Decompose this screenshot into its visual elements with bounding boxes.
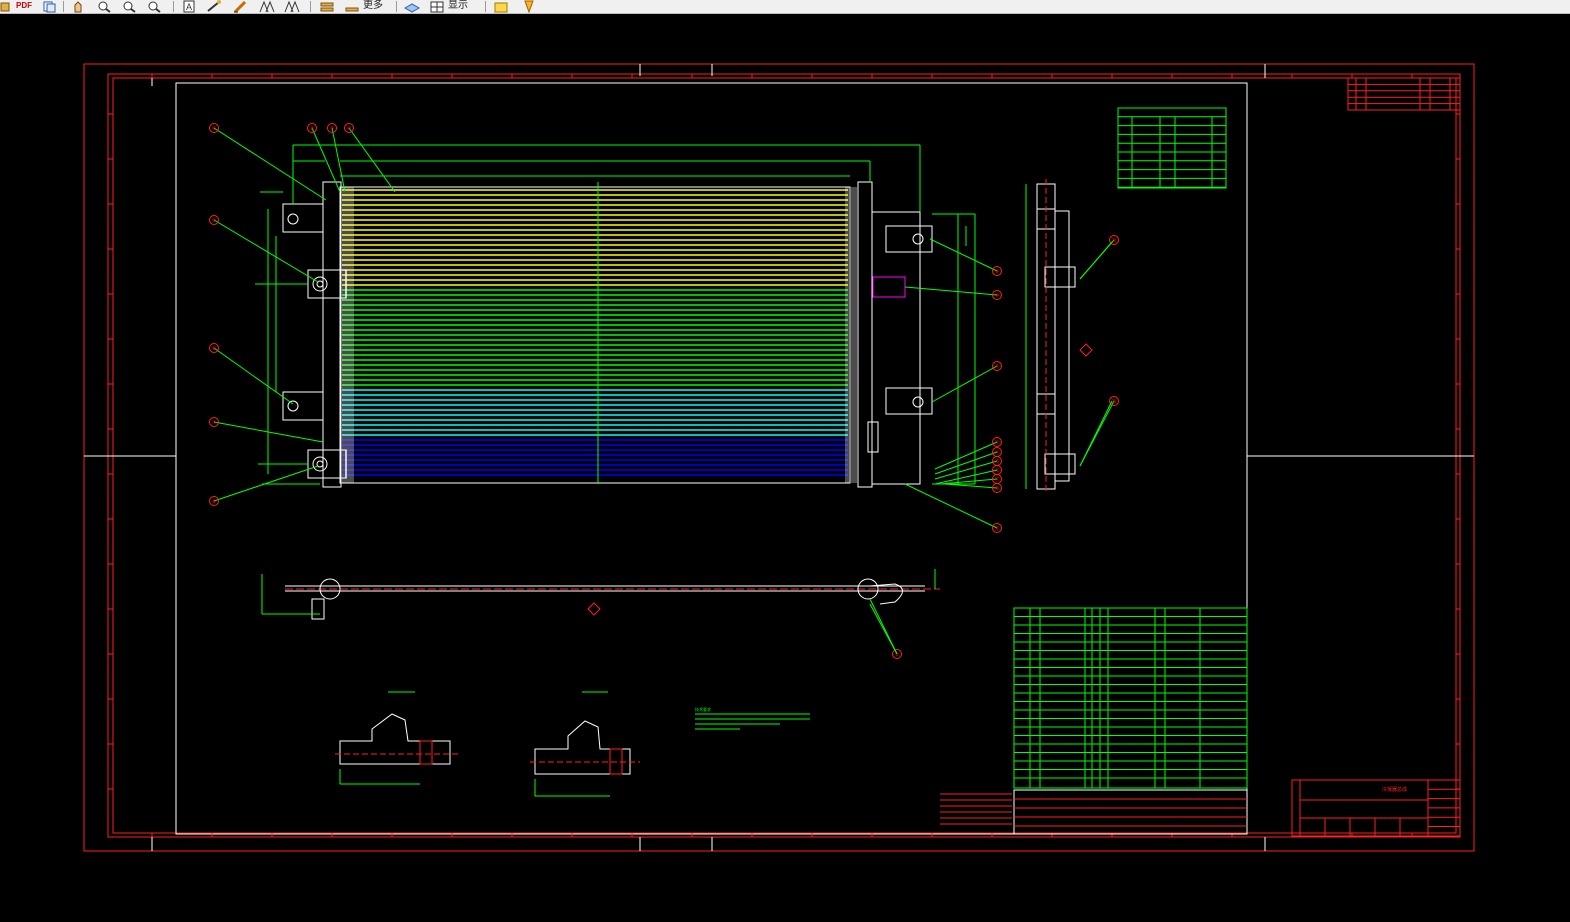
more-button[interactable]: 更多 (343, 0, 391, 13)
callout-leader (213, 219, 319, 283)
pin-icon (524, 0, 534, 13)
callout-number: ⑨ (995, 269, 1000, 275)
callout-number: ⑧ (212, 499, 217, 505)
highlight-icon (494, 2, 508, 13)
zoom-extents-button[interactable] (145, 0, 163, 13)
zoom-window-icon (123, 1, 136, 13)
callout-number: ⑦ (212, 420, 217, 426)
callout-leader (939, 478, 998, 485)
zoom-extents-icon (148, 1, 161, 13)
notes-title: 技术要求 (695, 706, 711, 712)
callout-leader (904, 286, 998, 296)
signature-block (1013, 789, 1248, 835)
callout-leader (931, 365, 998, 403)
top-view (261, 569, 940, 655)
callout-number: ⑩ (995, 293, 1000, 299)
toolbar: PDF A 更多 显示 (0, 0, 1570, 14)
pan-icon (74, 1, 82, 13)
callout-number: ④ (347, 126, 352, 132)
callout-number: ⑯ (994, 467, 999, 474)
callout-leader (348, 127, 396, 193)
svg-text:A: A (186, 2, 192, 12)
title-block-name: 冷凝器总成 (1382, 786, 1407, 793)
condenser-core (342, 187, 857, 483)
callout-number: ② (310, 126, 315, 132)
callout-leader (213, 127, 327, 201)
copy-button[interactable] (40, 0, 58, 13)
callout-number: ⑰ (994, 476, 999, 483)
dimension-aligned-icon (284, 0, 300, 13)
highlight-button[interactable] (492, 0, 510, 13)
zoom-window-button[interactable] (120, 0, 138, 13)
zoom-realtime-icon (98, 1, 111, 13)
callout-number: ⑫ (994, 525, 999, 532)
open-icon[interactable] (0, 0, 10, 13)
parameter-table (1117, 107, 1227, 189)
dimension-button[interactable] (258, 0, 276, 13)
callout-balloons: ① ② ③ ④⑤⑥⑦⑧⑨⑩⑪⑫⑬⑭⑮⑯⑰⑱⑲⑳① (209, 123, 1119, 659)
layer-manager-button[interactable] (403, 0, 421, 13)
layers-icon (320, 2, 334, 12)
callout-number: ① (895, 652, 900, 658)
draw-button[interactable] (232, 0, 250, 13)
callout-leader (944, 483, 998, 489)
bill-of-materials (940, 607, 1248, 835)
callout-number: ③ (330, 126, 335, 132)
pdf-export-icon: PDF (16, 1, 32, 10)
side-view (1025, 179, 1113, 494)
section-details (335, 691, 640, 797)
callout-number: ⑱ (994, 485, 999, 492)
layers-button[interactable] (318, 0, 336, 13)
text-icon: A (183, 0, 195, 13)
grid-icon (430, 1, 444, 13)
pin-button[interactable] (520, 0, 538, 13)
callout-leader (904, 483, 998, 529)
callout-number: ⑥ (212, 346, 217, 352)
callout-leader (934, 460, 998, 480)
copy-icon (43, 1, 56, 13)
text-button[interactable]: A (180, 0, 198, 13)
callout-number: ① (212, 126, 217, 132)
measure-button[interactable] (205, 0, 223, 13)
callout-number: ⑮ (994, 458, 999, 465)
pdf-export-button[interactable]: PDF (14, 0, 34, 13)
callout-number: ⑤ (212, 218, 217, 224)
title-block (1291, 779, 1461, 837)
callout-number: ⑪ (994, 363, 999, 370)
callout-leader (213, 347, 294, 405)
receiver-drier (867, 225, 933, 453)
technical-notes (695, 713, 810, 730)
callout-number: ⑲ (1111, 237, 1116, 244)
measure-icon (207, 0, 221, 12)
drawing-canvas[interactable]: ①②③④⑤⑥⑦⑧⑨⑩⑪⑫⑬⑭⑮⑯⑰⑱⑲⑳① 技术要求 冷凝器总成 (0, 14, 1570, 922)
draw-icon (233, 0, 247, 13)
callout-leader (929, 238, 998, 272)
pan-button[interactable] (70, 0, 88, 13)
dimension-icon (259, 0, 275, 13)
revision-frame (1347, 77, 1461, 111)
callout-number: ⑭ (994, 449, 999, 456)
zoom-realtime-button[interactable] (95, 0, 113, 13)
callout-number: ⑬ (994, 439, 999, 446)
dimension-aligned-button[interactable] (283, 0, 301, 13)
revision-table (1347, 77, 1461, 111)
display-button[interactable]: 显示 (428, 0, 480, 13)
layer-manager-icon (403, 3, 421, 13)
layers-more-icon (345, 7, 359, 12)
param-table-frame (1117, 107, 1227, 189)
